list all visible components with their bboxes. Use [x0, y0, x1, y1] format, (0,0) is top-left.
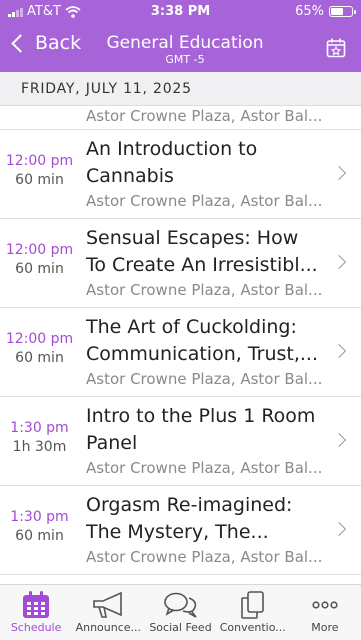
tab-label: Conventio...: [219, 621, 286, 634]
chat-bubbles-icon: [163, 592, 197, 618]
session-row[interactable]: 1:30 pm 1h 30m Intro to the Plus 1 Room P…: [0, 397, 361, 486]
session-row[interactable]: 1:30 pm 60 min Orgasm Re-imagined: The My…: [0, 486, 361, 575]
calendar-icon: [23, 591, 50, 618]
page-title: General Education: [106, 33, 264, 53]
list-item-partial[interactable]: Astor Crowne Plaza, Astor Bal...: [0, 106, 361, 130]
session-title-line1: The Art of Cuckolding:: [86, 316, 297, 338]
megaphone-icon: [93, 591, 123, 618]
battery-percent: 65%: [295, 4, 324, 19]
session-duration: 60 min: [15, 350, 64, 366]
chevron-right-icon: [331, 521, 347, 537]
session-location: Astor Crowne Plaza, Astor Bal...: [86, 107, 323, 125]
tab-convention[interactable]: Conventio...: [217, 585, 289, 640]
session-title-line1: Sensual Escapes: How: [86, 227, 299, 249]
page-title-block: General Education GMT -5: [90, 33, 280, 66]
session-title-line2: Cannabis: [86, 165, 174, 187]
session-start: 1:30 pm: [10, 420, 69, 436]
chevron-right-icon: [331, 254, 347, 270]
session-time: 12:00 pm 60 min: [0, 330, 79, 368]
session-title: Intro to the Plus 1 Room Panel: [86, 403, 332, 457]
session-location: Astor Crowne Plaza, Astor Bal...: [86, 459, 323, 477]
session-title: Sensual Escapes: How To Create An Irresis…: [86, 225, 332, 279]
session-location: Astor Crowne Plaza, Astor Bal...: [86, 370, 323, 388]
session-row[interactable]: 12:00 pm 60 min The Art of Cuckolding: Co…: [0, 308, 361, 397]
session-start: 12:00 pm: [5, 331, 74, 347]
session-title-line1: Orgasm Re-imagined:: [86, 494, 293, 516]
page-subtitle: GMT -5: [165, 53, 205, 66]
more-dots-icon: [312, 601, 338, 609]
session-start: 12:00 pm: [5, 153, 74, 169]
session-title-line2: Panel: [86, 432, 138, 454]
chevron-right-icon: [331, 165, 347, 181]
session-title-line1: An Introduction to: [86, 138, 258, 160]
session-title-line2: Communication, Trust,...: [86, 343, 319, 365]
session-time: 1:30 pm 60 min: [0, 508, 79, 546]
session-title: Orgasm Re-imagined: The Mystery, The...: [86, 492, 332, 546]
tab-social-feed[interactable]: Social Feed: [144, 585, 216, 640]
back-label: Back: [35, 32, 82, 54]
tab-label: Social Feed: [149, 621, 212, 634]
chevron-right-icon: [331, 432, 347, 448]
tab-label: Schedule: [10, 621, 62, 634]
session-title-line2: To Create An Irresistibl...: [86, 254, 318, 276]
session-location: Astor Crowne Plaza, Astor Bal...: [86, 548, 323, 566]
session-start: 12:00 pm: [5, 242, 74, 258]
session-title: The Art of Cuckolding: Communication, Tru…: [86, 314, 332, 368]
session-list[interactable]: Astor Crowne Plaza, Astor Bal... 12:00 p…: [0, 106, 361, 584]
nav-bar: Back General Education GMT -5: [0, 24, 361, 72]
chevron-right-icon: [331, 343, 347, 359]
list-item-cutoff[interactable]: [0, 575, 361, 584]
session-row[interactable]: 12:00 pm 60 min An Introduction to Cannab…: [0, 130, 361, 219]
session-title: An Introduction to Cannabis: [86, 136, 332, 190]
session-location: Astor Crowne Plaza, Astor Bal...: [86, 281, 323, 299]
session-duration: 60 min: [15, 172, 64, 188]
session-duration: 60 min: [15, 528, 64, 544]
session-time: 1:30 pm 1h 30m: [0, 419, 79, 457]
chevron-left-icon: [11, 33, 30, 53]
session-duration: 1h 30m: [12, 439, 67, 455]
tab-announcements[interactable]: Announce...: [72, 585, 144, 640]
battery-icon: [329, 6, 356, 17]
tab-bar: Schedule Announce... Social Feed Convent…: [0, 584, 361, 640]
app-header: AT&T 3:38 PM 65% Back General Education …: [0, 0, 361, 72]
date-section-header: FRIDAY, JULY 11, 2025: [0, 72, 361, 106]
session-duration: 60 min: [15, 261, 64, 277]
tab-label: Announce...: [75, 621, 142, 634]
session-title-line1: Intro to the Plus 1 Room: [86, 405, 316, 427]
tab-more[interactable]: More: [289, 585, 361, 640]
calendar-star-icon[interactable]: [326, 38, 346, 58]
tab-label: More: [311, 621, 339, 634]
status-bar: AT&T 3:38 PM 65%: [0, 0, 361, 24]
session-time: 12:00 pm 60 min: [0, 152, 79, 190]
session-row[interactable]: 12:00 pm 60 min Sensual Escapes: How To C…: [0, 219, 361, 308]
back-button[interactable]: Back: [8, 32, 81, 54]
session-location: Astor Crowne Plaza, Astor Bal...: [86, 192, 323, 210]
tab-schedule[interactable]: Schedule: [0, 585, 72, 640]
documents-icon: [240, 591, 264, 619]
session-start: 1:30 pm: [10, 509, 69, 525]
session-title-line2: The Mystery, The...: [86, 521, 269, 543]
session-time: 12:00 pm 60 min: [0, 241, 79, 279]
